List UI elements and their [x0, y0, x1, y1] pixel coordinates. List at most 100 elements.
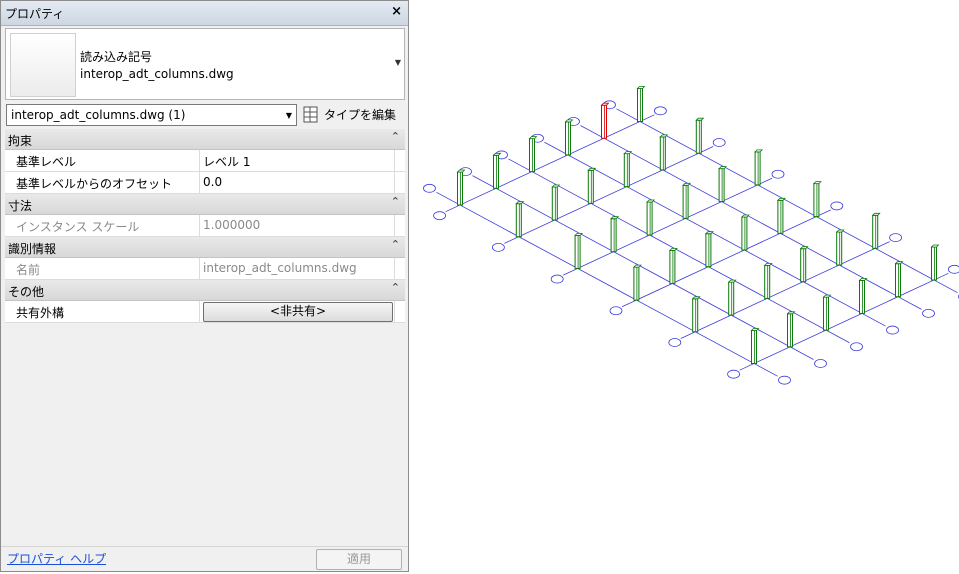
property-value[interactable]: レベル 1 — [203, 153, 250, 170]
column-top — [600, 102, 610, 106]
column — [529, 138, 535, 173]
grid-bubble — [771, 169, 785, 179]
3d-viewport[interactable] — [410, 0, 959, 574]
column-top — [632, 264, 642, 268]
chevron-down-icon[interactable]: ▼ — [286, 111, 292, 120]
group-dimensions[interactable]: 寸法 ⌃ — [5, 194, 405, 215]
property-value[interactable]: 0.0 — [203, 175, 222, 189]
grid-bubble — [778, 375, 791, 385]
grid-line — [616, 108, 958, 294]
column — [741, 216, 748, 251]
column-top — [574, 232, 584, 236]
property-value: 1.000000 — [203, 218, 261, 232]
column-top — [528, 136, 538, 140]
column-top — [564, 119, 574, 123]
column-divider — [394, 172, 395, 193]
column — [777, 199, 784, 234]
column — [601, 104, 607, 139]
column-top — [776, 197, 786, 201]
property-row[interactable]: 基準レベル レベル 1 — [5, 150, 405, 172]
column — [659, 136, 666, 171]
column-top — [704, 231, 714, 235]
column — [728, 281, 735, 316]
column-top — [894, 261, 904, 265]
property-label: 共有外構 — [16, 306, 65, 320]
column-divider — [394, 301, 395, 322]
type-selector-preview[interactable]: 読み込み記号 interop_adt_columns.dwg ▼ — [5, 28, 405, 100]
column-top — [871, 212, 881, 216]
chevron-down-icon[interactable]: ▼ — [395, 58, 401, 67]
column-top — [695, 117, 705, 121]
property-row: 名前 interop_adt_columns.dwg — [5, 258, 405, 280]
column-top — [718, 166, 728, 170]
grid-line — [739, 272, 949, 371]
group-constraints[interactable]: 拘束 ⌃ — [5, 129, 405, 150]
group-identity-data[interactable]: 識別情報 ⌃ — [5, 237, 405, 258]
grid-bubble — [423, 183, 436, 193]
column-top — [750, 328, 760, 331]
property-label: 基準レベルからのオフセット — [16, 177, 173, 191]
column — [669, 249, 676, 284]
column-top — [858, 277, 868, 281]
column-top — [835, 229, 845, 233]
collapse-icon[interactable]: ⌃ — [391, 130, 400, 143]
column — [493, 154, 499, 189]
property-row: インスタンス スケール 1.000000 — [5, 215, 405, 237]
column-top — [456, 169, 466, 173]
column-top — [646, 199, 656, 203]
column-divider — [394, 258, 395, 279]
property-label: 基準レベル — [16, 155, 77, 169]
collapse-icon[interactable]: ⌃ — [391, 281, 400, 294]
column-top — [659, 134, 669, 138]
column — [565, 121, 571, 156]
column-top — [623, 151, 633, 155]
column-top — [754, 149, 764, 153]
column — [718, 168, 725, 203]
column-top — [786, 311, 796, 315]
column — [682, 184, 689, 219]
apply-button[interactable]: 適用 — [316, 549, 402, 570]
column-top — [551, 184, 561, 188]
panel-footer: プロパティ ヘルプ 適用 — [1, 546, 408, 572]
property-row: 共有外構 <非共有> — [5, 301, 405, 323]
column — [823, 296, 829, 331]
column — [931, 246, 937, 281]
type-thumbnail — [10, 33, 76, 97]
grid-bubble — [922, 308, 935, 318]
grid-line — [472, 175, 814, 360]
grid-bubble — [433, 211, 447, 221]
properties-help-link[interactable]: プロパティ ヘルプ — [7, 550, 106, 567]
column-top — [822, 294, 832, 298]
grid-bubble — [492, 242, 505, 252]
group-label: 拘束 — [8, 134, 33, 148]
grid-line — [508, 158, 850, 344]
collapse-icon[interactable]: ⌃ — [391, 238, 400, 251]
edit-type-icon — [303, 106, 318, 123]
instance-filter-dropdown[interactable]: interop_adt_columns.dwg (1) ▼ — [6, 104, 297, 126]
close-icon[interactable]: × — [391, 4, 402, 19]
column-divider — [199, 172, 200, 193]
group-label: 識別情報 — [8, 242, 57, 256]
grid-bubble — [653, 106, 667, 116]
column-top — [799, 246, 809, 250]
column-top — [492, 152, 502, 156]
column — [633, 266, 640, 301]
column — [457, 171, 463, 206]
group-other[interactable]: その他 ⌃ — [5, 280, 405, 301]
grid-bubble — [550, 274, 564, 284]
property-row[interactable]: 基準レベルからのオフセット 0.0 — [5, 172, 405, 194]
column — [515, 203, 522, 238]
grid-bubble — [609, 306, 623, 316]
column-top — [763, 262, 773, 266]
grid-bubble — [712, 138, 726, 147]
column — [800, 248, 807, 283]
type-name-label: interop_adt_columns.dwg — [80, 67, 234, 81]
column — [787, 313, 793, 348]
grid-bubble — [948, 264, 959, 274]
shared-site-button[interactable]: <非共有> — [203, 302, 393, 322]
column-top — [930, 244, 940, 248]
panel-titlebar[interactable]: プロパティ × — [1, 1, 408, 26]
panel-title: プロパティ — [5, 7, 65, 21]
collapse-icon[interactable]: ⌃ — [391, 195, 400, 208]
column-top — [682, 182, 692, 186]
